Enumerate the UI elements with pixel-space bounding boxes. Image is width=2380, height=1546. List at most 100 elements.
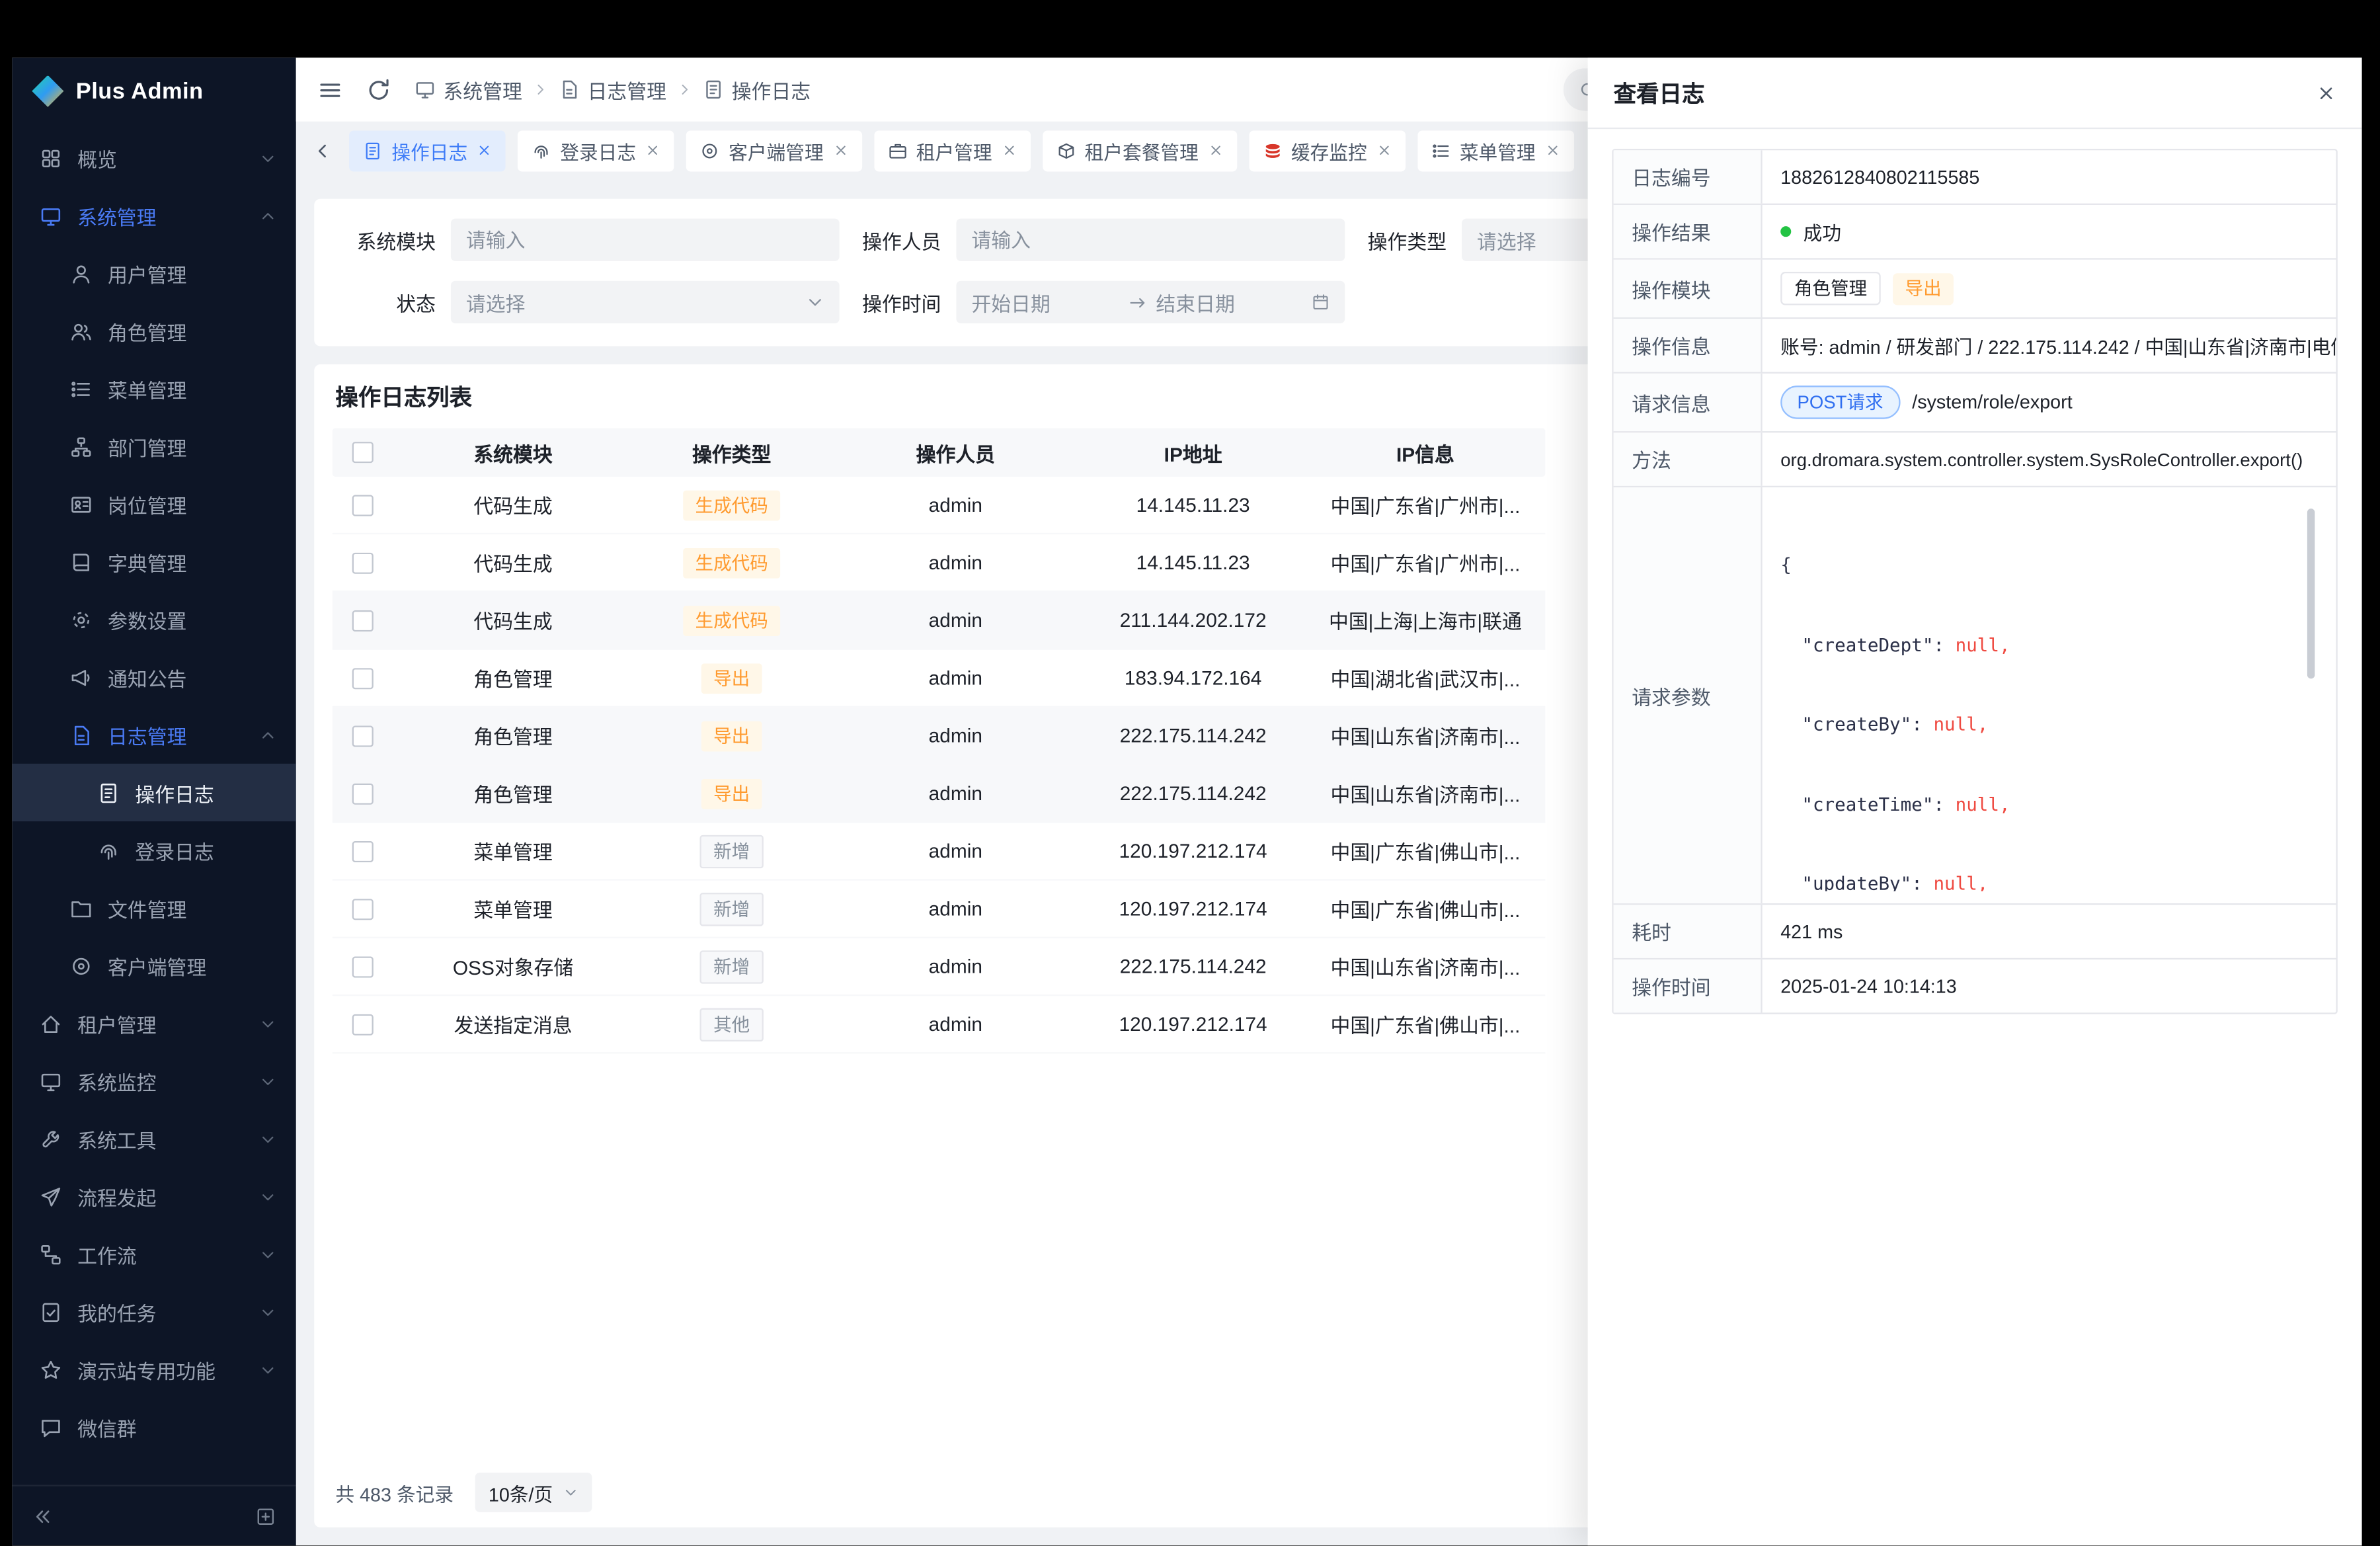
row-checkbox[interactable] [352,494,374,515]
row-checkbox[interactable] [352,898,374,919]
close-icon[interactable] [1208,143,1223,158]
tab-client-mgmt[interactable]: 客户端管理 [686,130,861,171]
type-badge: 生成代码 [683,548,780,578]
sidebar-item-wechat-group[interactable]: 微信群 [12,1399,296,1456]
json-line: "updateBy": null, [1780,872,2318,891]
sidebar-item-label: 用户管理 [108,259,276,288]
sidebar-item-role-mgmt[interactable]: 角色管理 [12,302,296,360]
table-row[interactable]: 代码生成 生成代码 admin 14.145.11.23 中国|广东省|广州市|… [333,477,1546,534]
table-row[interactable]: 角色管理 导出 admin 222.175.114.242 中国|山东省|济南市… [333,765,1546,823]
row-checkbox[interactable] [352,956,374,977]
breadcrumb-system-mgmt[interactable]: 系统管理 [415,75,522,104]
table-row[interactable]: 代码生成 生成代码 admin 211.144.202.172 中国|上海|上海… [333,592,1546,649]
operator-filter-input[interactable] [956,219,1345,261]
detail-row-module: 操作模块 角色管理 导出 [1614,260,2336,319]
sidebar-item-label: 系统监控 [77,1067,245,1096]
tab-label: 操作日志 [391,136,467,165]
sidebar-item-operation-log[interactable]: 操作日志 [12,764,296,821]
sidebar-item-file-mgmt[interactable]: 文件管理 [12,879,296,936]
sidebar-item-system-monitor[interactable]: 系统监控 [12,1052,296,1110]
close-icon[interactable] [1376,143,1392,158]
table-row[interactable]: 角色管理 导出 admin 222.175.114.242 中国|山东省|济南市… [333,708,1546,765]
table-row[interactable]: 菜单管理 新增 admin 120.197.212.174 中国|广东省|佛山市… [333,881,1546,938]
close-icon[interactable] [645,143,660,158]
table-row[interactable]: 角色管理 导出 admin 183.94.172.164 中国|湖北省|武汉市|… [333,650,1546,708]
sidebar-item-process-start[interactable]: 流程发起 [12,1168,296,1225]
sidebar-item-login-log[interactable]: 登录日志 [12,821,296,879]
close-icon[interactable] [832,143,848,158]
chevron-down-icon [260,1015,276,1032]
chevron-down-icon [260,1361,276,1377]
sidebar-item-log-mgmt[interactable]: 日志管理 [12,706,296,764]
chevron-down-icon [260,1303,276,1320]
sidebar-item-overview[interactable]: 概览 [12,129,296,186]
sidebar-item-system-tools[interactable]: 系统工具 [12,1110,296,1167]
breadcrumb-log-mgmt[interactable]: 日志管理 [559,75,666,104]
status-filter-select[interactable]: 请选择 [451,281,840,323]
module-filter-input[interactable] [451,219,840,261]
table-row[interactable]: 代码生成 生成代码 admin 14.145.11.23 中国|广东省|广州市|… [333,534,1546,592]
sidebar-item-client-mgmt[interactable]: 客户端管理 [12,937,296,995]
cell-ip-info: 中国|广东省|佛山市|... [1306,836,1546,866]
tab-login-log[interactable]: 登录日志 [518,130,674,171]
sidebar-item-tenant-mgmt[interactable]: 租户管理 [12,995,296,1052]
app-title: Plus Admin [76,78,204,104]
sidebar-item-label: 菜单管理 [108,374,276,403]
sidebar-item-dict-mgmt[interactable]: 字典管理 [12,533,296,590]
cell-ip: 222.175.114.242 [1081,955,1306,977]
tab-tenant-mgmt[interactable]: 租户管理 [873,130,1030,171]
sidebar-item-workflow[interactable]: 工作流 [12,1225,296,1283]
scrollbar-thumb[interactable] [2307,509,2315,678]
sidebar-item-param-settings[interactable]: 参数设置 [12,590,296,648]
module-tag: 角色管理 [1780,272,1881,305]
row-checkbox[interactable] [352,667,374,688]
chevron-down-icon [260,1073,276,1089]
row-checkbox[interactable] [352,725,374,746]
book-icon [70,550,93,573]
sidebar-item-dept-mgmt[interactable]: 部门管理 [12,417,296,475]
detail-row-log-id: 日志编号 1882612840802115585 [1614,150,2336,205]
end-date-placeholder: 结束日期 [1156,288,1302,317]
sidebar-item-user-mgmt[interactable]: 用户管理 [12,245,296,302]
sidebar-menu: 概览 系统管理 用户管理 角色管理 菜单管理 [12,124,296,1485]
row-checkbox[interactable] [352,783,374,804]
sidebar-item-notice[interactable]: 通知公告 [12,648,296,706]
tab-tenant-package-mgmt[interactable]: 租户套餐管理 [1042,130,1236,171]
tab-cache-monitor[interactable]: 缓存监控 [1249,130,1406,171]
tab-scroll-left-button[interactable] [307,135,337,165]
sidebar-item-post-mgmt[interactable]: 岗位管理 [12,475,296,533]
table-row[interactable]: OSS对象存储 新增 admin 222.175.114.242 中国|山东省|… [333,938,1546,996]
row-checkbox[interactable] [352,1014,374,1035]
collapse-sidebar-icon[interactable] [32,1505,53,1526]
sidebar-item-system-mgmt[interactable]: 系统管理 [12,186,296,244]
row-checkbox[interactable] [352,840,374,862]
column-header: IP地址 [1081,438,1306,467]
row-checkbox[interactable] [352,552,374,573]
page-size-select[interactable]: 10条/页 [475,1473,592,1512]
sidebar-item-menu-mgmt[interactable]: 菜单管理 [12,360,296,417]
table-row[interactable]: 菜单管理 新增 admin 120.197.212.174 中国|广东省|佛山市… [333,823,1546,880]
select-all-checkbox[interactable] [352,442,374,463]
hamburger-menu-icon[interactable] [317,77,343,102]
cell-ip-info: 中国|山东省|济南市|... [1306,779,1546,808]
cell-module: 代码生成 [393,606,633,635]
tab-menu-mgmt[interactable]: 菜单管理 [1417,130,1574,171]
sidebar-item-demo-features[interactable]: 演示站专用功能 [12,1340,296,1398]
close-icon[interactable] [1544,143,1560,158]
cell-ip: 222.175.114.242 [1081,724,1306,747]
refresh-icon[interactable] [366,77,391,102]
close-icon[interactable] [2317,83,2336,102]
date-range-picker[interactable]: 开始日期 结束日期 [956,281,1345,323]
sidebar-item-my-tasks[interactable]: 我的任务 [12,1283,296,1340]
table-row[interactable]: 发送指定消息 其他 admin 120.197.212.174 中国|广东省|佛… [333,996,1546,1053]
request-params-json[interactable]: { "createDept": null, "createBy": null, … [1780,499,2318,891]
row-checkbox[interactable] [352,610,374,631]
close-icon[interactable] [477,143,492,158]
tab-operation-log[interactable]: 操作日志 [349,130,506,171]
sidebar-item-label: 日志管理 [108,720,245,749]
type-badge: 新增 [699,834,763,868]
close-icon[interactable] [1001,143,1016,158]
breadcrumb-operation-log[interactable]: 操作日志 [703,75,811,104]
widget-icon[interactable] [255,1505,276,1526]
home-icon [40,1012,62,1034]
